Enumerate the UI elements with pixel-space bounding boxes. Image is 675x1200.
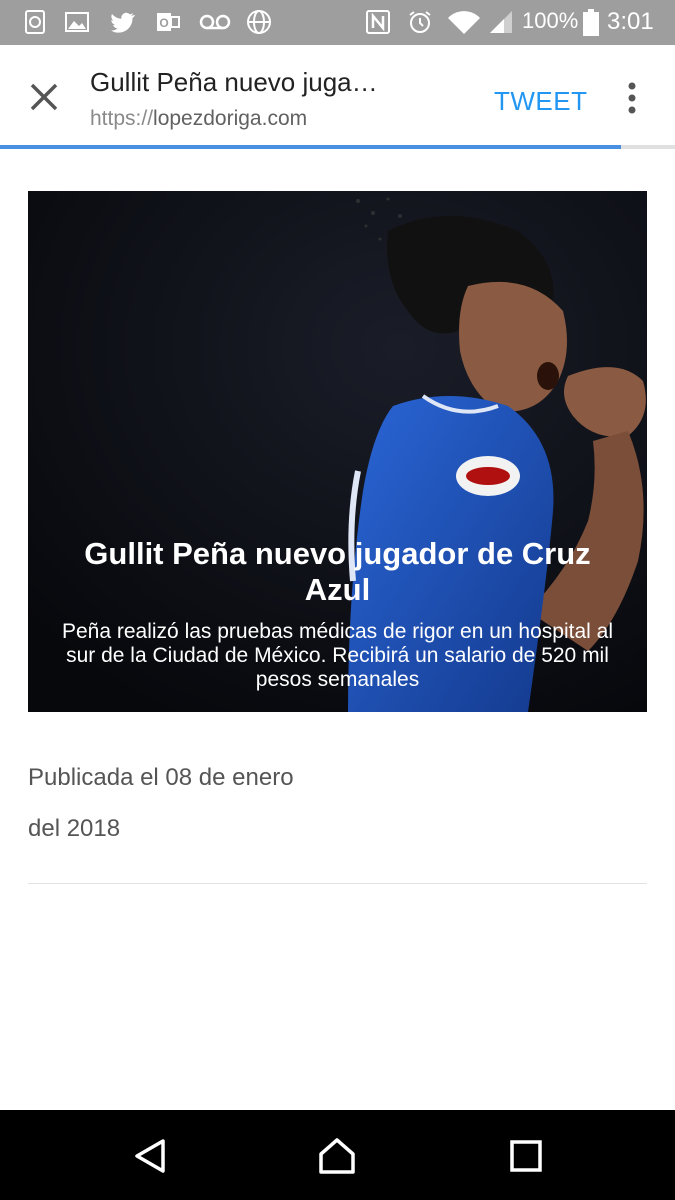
tweet-button[interactable]: TWEET xyxy=(494,86,588,117)
close-icon[interactable] xyxy=(22,75,66,119)
hero-caption: Gullit Peña nuevo jugador de Cruz Azul P… xyxy=(28,536,647,692)
publish-date: Publicada el 08 de enero del 2018 xyxy=(28,752,448,854)
twitter-icon xyxy=(110,9,136,35)
signal-icon xyxy=(488,9,514,35)
page-load-progress xyxy=(0,145,675,149)
back-icon[interactable] xyxy=(130,1136,170,1176)
page-title: Gullit Peña nuevo juga… xyxy=(90,67,378,97)
navigation-bar xyxy=(0,1110,675,1200)
recents-icon[interactable] xyxy=(506,1136,546,1176)
voicemail-icon xyxy=(198,9,232,35)
battery-percent: 100% xyxy=(522,8,579,33)
sync-icon xyxy=(22,9,48,35)
publish-date-line-2: del 2018 xyxy=(28,815,121,842)
publish-date-line-1: Publicada el 08 de enero xyxy=(28,764,294,791)
battery-icon xyxy=(582,9,600,36)
svg-text:O: O xyxy=(159,16,168,30)
page-url: https://lopezdoriga.com xyxy=(90,107,307,131)
status-bar: O 100% 3:01 xyxy=(0,0,675,45)
wifi-icon xyxy=(446,9,482,35)
url-host: lopezdoriga.com xyxy=(153,107,308,130)
alarm-icon xyxy=(407,9,433,35)
home-icon[interactable] xyxy=(317,1136,357,1176)
globe-icon xyxy=(246,9,272,35)
divider xyxy=(28,883,647,884)
url-scheme: https:// xyxy=(90,107,154,130)
article-hero[interactable]: Gullit Peña nuevo jugador de Cruz Azul P… xyxy=(28,191,647,712)
outlook-icon: O xyxy=(155,9,181,35)
article-description: Peña realizó las pruebas médicas de rigo… xyxy=(62,620,613,691)
image-icon xyxy=(64,9,90,35)
article-title[interactable]: Gullit Peña nuevo jugador de Cruz Azul xyxy=(58,536,617,608)
clock: 3:01 xyxy=(607,8,654,35)
custom-tab-toolbar: Gullit Peña nuevo juga… https://lopezdor… xyxy=(0,45,675,145)
page-load-progress-fill xyxy=(0,145,621,149)
nfc-icon xyxy=(365,9,391,35)
more-options-icon[interactable] xyxy=(618,81,646,115)
